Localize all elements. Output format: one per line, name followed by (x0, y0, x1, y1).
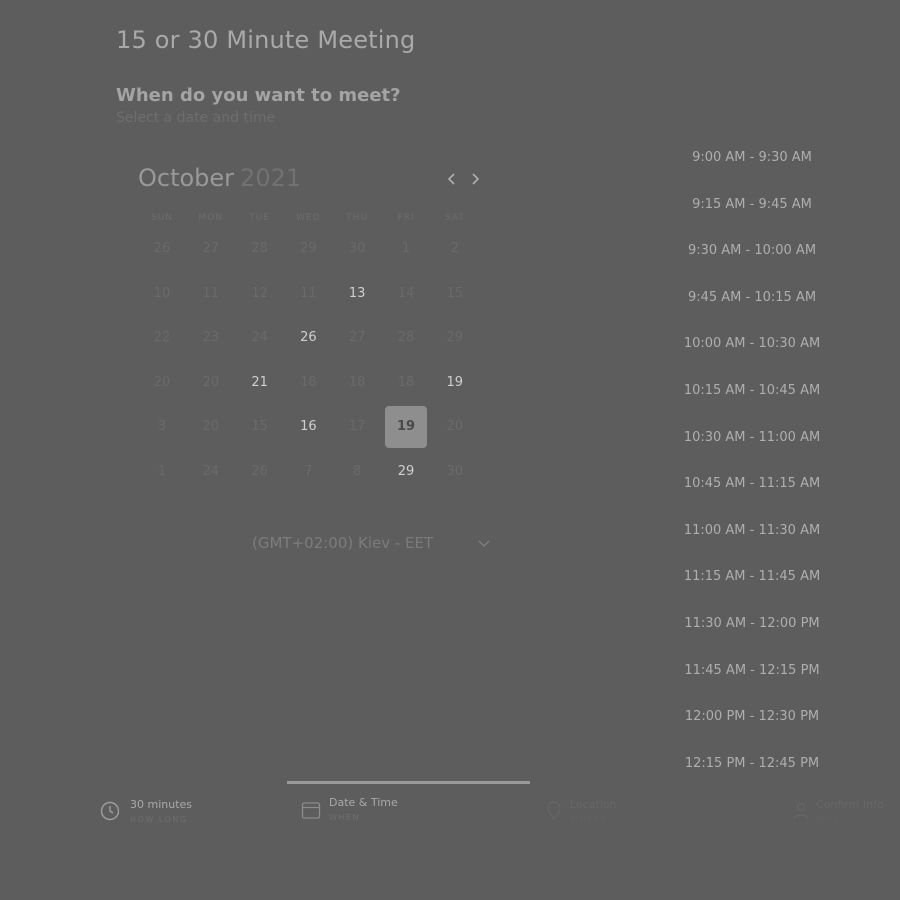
time-slot-button[interactable]: 9:00 AM - 9:30 AM (672, 150, 832, 165)
step-label: Date & Time (329, 796, 398, 809)
chevron-right-icon (472, 173, 480, 185)
step-label: Confirm Info (816, 798, 884, 811)
calendar-day: 29 (300, 241, 317, 256)
calendar-day: 27 (202, 241, 220, 256)
calendar-day: 22 (153, 330, 171, 346)
section-subtitle: Select a date and time (116, 110, 276, 126)
weekday-label: SAT (444, 213, 465, 223)
step-sublabel: HOW LONG (130, 815, 188, 824)
calendar-day: 24 (251, 330, 268, 346)
time-slot-button[interactable]: 9:45 AM - 10:15 AM (672, 290, 832, 305)
weekday-label: WED (296, 213, 321, 223)
time-slot-button[interactable]: 11:00 AM - 11:30 AM (672, 523, 832, 538)
calendar-day: 27 (348, 330, 366, 346)
calendar-day: 7 (304, 464, 313, 479)
calendar-day: 28 (251, 241, 268, 256)
section-heading: When do you want to meet? (116, 85, 401, 106)
calendar-day: 18 (397, 374, 415, 390)
calendar-day: 20 (202, 374, 220, 390)
calendar-day: 29 (446, 330, 464, 346)
calendar-month: October (138, 164, 235, 192)
person-icon (793, 802, 809, 820)
calendar-day: 3 (157, 419, 167, 435)
clock-icon (100, 801, 120, 821)
calendar-day: 1 (157, 464, 167, 479)
calendar-day: 26 (251, 464, 268, 479)
calendar-year: 2021 (240, 164, 302, 192)
calendar-day: 8 (353, 464, 362, 479)
calendar-day[interactable]: 26 (287, 317, 329, 359)
step-label: 30 minutes (130, 798, 193, 811)
calendar-day: 23 (202, 330, 220, 346)
weekday-label: TUE (249, 213, 270, 223)
calendar-day: 18 (348, 374, 366, 390)
calendar-icon (301, 802, 321, 819)
calendar-day[interactable]: 21 (239, 362, 281, 404)
calendar-day: 30 (348, 241, 366, 256)
step-sublabel: WHO (816, 815, 841, 824)
meeting-title: 15 or 30 Minute Meeting (116, 26, 416, 54)
calendar-day: 26 (153, 241, 171, 256)
calendar-day: 30 (446, 464, 464, 479)
calendar-day: 15 (446, 285, 464, 301)
time-slot-button[interactable]: 9:15 AM - 9:45 AM (672, 197, 832, 212)
calendar-day: 14 (397, 285, 415, 301)
time-slot-button[interactable]: 11:15 AM - 11:45 AM (672, 569, 832, 584)
calendar-day: 10 (153, 285, 171, 301)
calendar-day: 24 (202, 464, 220, 479)
calendar-day: 1 (401, 241, 411, 256)
calendar-day: 20 (202, 419, 220, 435)
calendar-day-selected: 19 (385, 406, 427, 449)
time-slot-button[interactable]: 12:15 PM - 12:45 PM (672, 756, 832, 771)
time-slot-button[interactable]: 10:30 AM - 11:00 AM (672, 430, 832, 445)
booking-page: 15 or 30 Minute Meeting When do you want… (0, 0, 900, 900)
calendar-day: 2 (450, 241, 459, 256)
step-progress-indicator (287, 781, 530, 784)
prev-month-button[interactable] (443, 170, 461, 188)
calendar-day[interactable]: 19 (434, 362, 476, 404)
weekday-label: MON (198, 213, 224, 223)
time-slot-button[interactable]: 9:30 AM - 10:00 AM (672, 243, 832, 258)
calendar-day: 28 (397, 330, 415, 346)
calendar-day: 18 (300, 374, 317, 390)
time-slot-button[interactable]: 11:45 AM - 12:15 PM (672, 663, 832, 678)
calendar-day: 15 (251, 419, 268, 435)
calendar-day[interactable]: 16 (287, 406, 329, 448)
calendar-day: 20 (446, 419, 464, 435)
time-slot-button[interactable]: 11:30 AM - 12:00 PM (672, 616, 832, 631)
weekday-label: FRI (397, 213, 415, 223)
weekday-label: THU (346, 213, 369, 223)
calendar-day: 11 (202, 285, 220, 301)
calendar-day: 12 (251, 285, 268, 301)
time-slot-button[interactable]: 12:00 PM - 12:30 PM (672, 709, 832, 724)
pin-icon (547, 801, 561, 820)
step-label: Location (570, 798, 617, 811)
step-sublabel: WHEN (329, 813, 360, 822)
calendar-day: 17 (348, 419, 366, 435)
next-month-button[interactable] (466, 170, 484, 188)
weekday-label: SUN (150, 213, 174, 223)
calendar-day: 20 (153, 374, 171, 390)
calendar-month-label: October 2021 (138, 164, 301, 192)
calendar-day[interactable]: 13 (336, 273, 378, 315)
time-slot-button[interactable]: 10:45 AM - 11:15 AM (672, 476, 832, 491)
time-slot-button[interactable]: 10:00 AM - 10:30 AM (672, 336, 832, 351)
calendar-day: 11 (300, 285, 317, 301)
time-slot-button[interactable]: 10:15 AM - 10:45 AM (672, 383, 832, 398)
step-sublabel: WHERE (570, 815, 608, 824)
chevron-left-icon (447, 173, 455, 185)
calendar-day[interactable]: 29 (385, 451, 427, 493)
timezone-select[interactable]: (GMT+02:00) Kiev - EET (252, 534, 433, 552)
chevron-down-icon[interactable] (476, 535, 492, 551)
